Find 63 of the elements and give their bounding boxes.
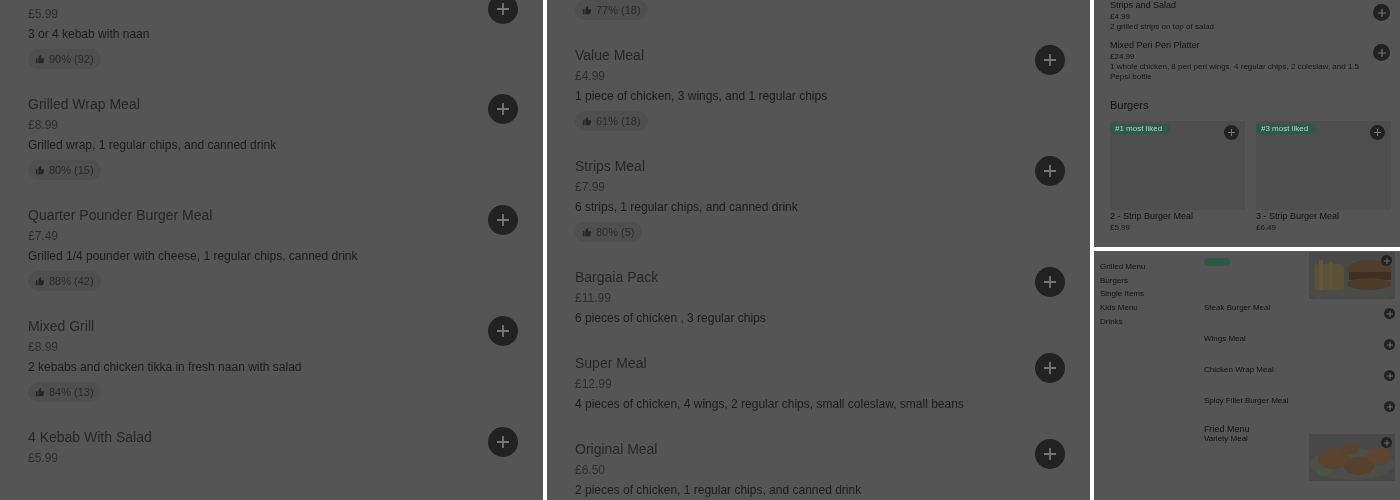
- section-heading: Fried Menu: [1204, 423, 1251, 436]
- add-button[interactable]: [1370, 125, 1385, 140]
- plus-icon: [1228, 129, 1235, 136]
- thumbs-up-icon: [35, 276, 45, 286]
- plus-icon: [1383, 439, 1390, 446]
- section-heading: Burgers: [1110, 98, 1150, 112]
- plus-icon: [1386, 372, 1393, 379]
- plus-icon: [497, 325, 509, 337]
- item-description: 2 kebabs and chicken tikka in fresh naan with salad: [28, 359, 302, 376]
- thumbs-up-icon: [35, 387, 45, 397]
- item-description: 6 pieces of chicken , 3 regular chips: [575, 310, 766, 327]
- add-button[interactable]: [488, 94, 518, 124]
- item-name: Mixed Peri Peri Platter: [1110, 40, 1200, 51]
- plus-icon: [497, 3, 509, 15]
- add-button[interactable]: [1035, 353, 1065, 383]
- item-name: Strips and Salad: [1110, 0, 1177, 11]
- add-button[interactable]: [1384, 401, 1395, 412]
- plus-icon: [497, 103, 509, 115]
- plus-icon: [1383, 257, 1390, 264]
- add-button[interactable]: [488, 0, 518, 24]
- add-button[interactable]: [1035, 45, 1065, 75]
- add-button[interactable]: [1381, 255, 1392, 266]
- thumbs-up-icon: [582, 227, 592, 237]
- add-button[interactable]: [488, 205, 518, 235]
- thumbs-up-icon: [582, 5, 592, 15]
- plus-icon: [1377, 48, 1386, 57]
- add-button[interactable]: [488, 316, 518, 346]
- add-button[interactable]: [1373, 4, 1390, 21]
- popularity-badge: #3 most liked: [1256, 124, 1317, 134]
- plus-icon: [1377, 8, 1386, 17]
- add-button[interactable]: [1035, 439, 1065, 469]
- add-button[interactable]: [1373, 44, 1390, 61]
- item-price: £4.99: [1110, 11, 1131, 22]
- add-button[interactable]: [1384, 339, 1395, 350]
- plus-icon: [1044, 276, 1056, 288]
- plus-icon: [1044, 362, 1056, 374]
- plus-icon: [497, 214, 509, 226]
- add-button[interactable]: [1384, 308, 1395, 319]
- plus-icon: [1044, 448, 1056, 460]
- add-button[interactable]: [1381, 437, 1392, 448]
- thumbs-up-icon: [35, 165, 45, 175]
- item-price: £24.99: [1110, 51, 1135, 62]
- add-button[interactable]: [1384, 370, 1395, 381]
- plus-icon: [1386, 403, 1393, 410]
- plus-icon: [1044, 54, 1056, 66]
- item-description: 1 piece of chicken, 3 wings, and 1 regular chips: [575, 88, 828, 105]
- plus-icon: [1374, 129, 1381, 136]
- item-description: 4 pieces of chicken, 4 wings, 2 regular chips, small coleslaw, small beans: [575, 396, 964, 413]
- add-button[interactable]: [1035, 267, 1065, 297]
- item-description: 6 strips, 1 regular chips, and canned drink: [575, 199, 798, 216]
- add-button[interactable]: [1224, 125, 1239, 140]
- thumbs-up-icon: [582, 116, 592, 126]
- item-description: Grilled 1/4 pounder with cheese, 1 regular chips, canned drink: [28, 248, 358, 265]
- popularity-badge: #1 most liked: [1110, 124, 1171, 134]
- plus-icon: [1044, 165, 1056, 177]
- item-name: 2 - Strip Burger Meal: [1110, 211, 1195, 222]
- add-button[interactable]: [1035, 156, 1065, 186]
- thumbs-up-icon: [35, 54, 45, 64]
- item-description: 3 or 4 kebab with naan: [28, 26, 150, 43]
- add-button[interactable]: [488, 427, 518, 457]
- plus-icon: [497, 436, 509, 448]
- plus-icon: [1386, 341, 1393, 348]
- plus-icon: [1386, 310, 1393, 317]
